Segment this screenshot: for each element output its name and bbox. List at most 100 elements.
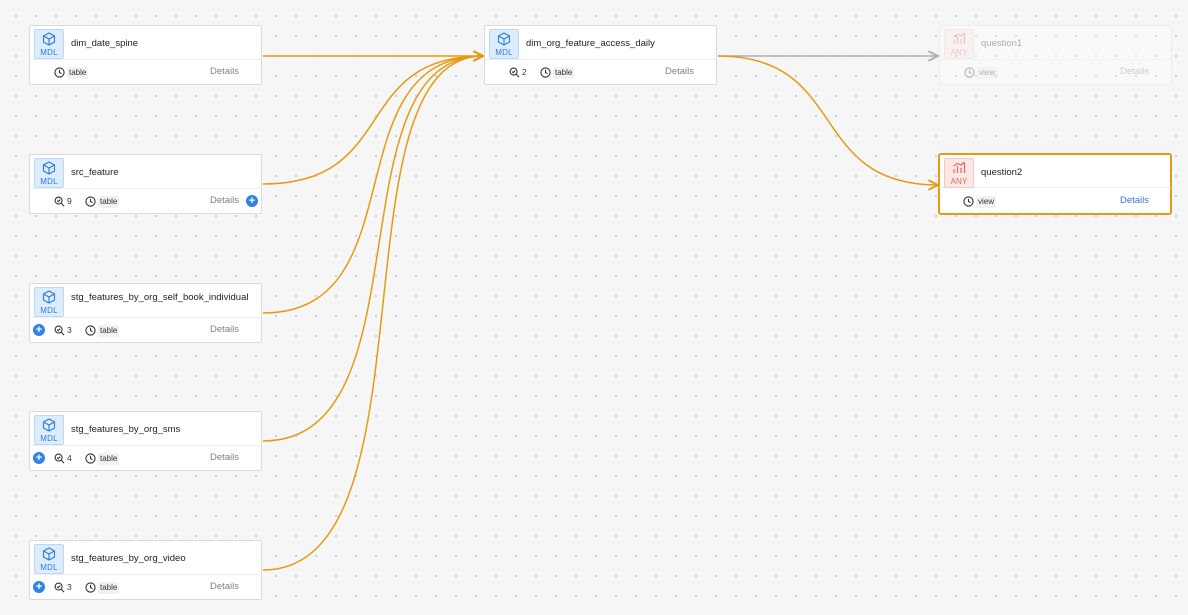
- details-link[interactable]: Details: [210, 452, 239, 463]
- type-label: view: [977, 67, 998, 79]
- type-chip: view: [963, 194, 997, 208]
- node-footer: view Details: [940, 189, 1170, 213]
- type-chip: table: [85, 451, 120, 465]
- node-title: src_feature: [71, 167, 119, 178]
- magnifier-check-icon: [54, 582, 65, 593]
- type-chip: view: [964, 65, 998, 79]
- type-label: view: [976, 196, 997, 208]
- test-count: 9: [67, 196, 72, 206]
- cube-icon: [42, 32, 56, 46]
- node-title: question2: [981, 167, 1023, 178]
- clock-icon: [85, 196, 96, 207]
- details-link[interactable]: Details: [210, 581, 239, 592]
- model-badge: MDL: [34, 544, 64, 574]
- badge-label: MDL: [40, 306, 58, 315]
- model-badge: MDL: [489, 29, 519, 59]
- cube-icon: [42, 547, 56, 561]
- magnifier-check-icon: [509, 67, 520, 78]
- node-footer: table Details: [30, 60, 261, 84]
- type-label: table: [98, 453, 120, 465]
- test-count: 3: [67, 325, 72, 335]
- tests-chip: 3: [54, 323, 72, 337]
- question-badge: ANY: [944, 158, 974, 188]
- node-footer: 2 table Details: [485, 60, 716, 84]
- node-title: dim_date_spine: [71, 38, 139, 49]
- test-count: 3: [67, 582, 72, 592]
- edge-stg-video-to-dim-org: [262, 56, 483, 571]
- model-badge: MDL: [34, 158, 64, 188]
- bar-chart-icon: [953, 161, 966, 173]
- type-label: table: [67, 67, 89, 79]
- clock-icon: [85, 453, 96, 464]
- model-node-dim-org-feature-access-daily[interactable]: MDL dim_org_feature_access_daily 2 table…: [484, 25, 717, 85]
- expand-upstream-plus-icon[interactable]: +: [33, 452, 45, 464]
- clock-icon: [54, 67, 65, 78]
- tests-chip: 9: [54, 194, 72, 208]
- question-node-question2[interactable]: ANY question2 view Details: [938, 153, 1172, 215]
- badge-label: ANY: [950, 48, 968, 57]
- node-header: MDL stg_features_by_org_video: [30, 541, 261, 575]
- question-node-question1[interactable]: ANY question1 view Details: [939, 25, 1172, 85]
- node-header: MDL dim_date_spine: [30, 26, 261, 60]
- type-chip: table: [85, 580, 120, 594]
- edge-stg-self-book-to-dim-org: [262, 56, 483, 314]
- edge-dim-org-to-question2: [717, 55, 938, 185]
- node-footer: 9 table Details +: [30, 189, 261, 213]
- cube-icon: [42, 418, 56, 432]
- model-badge: MDL: [34, 287, 64, 317]
- type-chip: table: [85, 194, 120, 208]
- node-header: MDL stg_features_by_org_self_book_indivi…: [30, 284, 261, 318]
- type-label: table: [98, 582, 120, 594]
- badge-label: MDL: [40, 48, 58, 57]
- cube-icon: [42, 161, 56, 175]
- node-footer: + 3 table Details: [30, 575, 261, 599]
- model-badge: MDL: [34, 29, 64, 59]
- model-node-src-feature[interactable]: MDL src_feature 9 table Details +: [29, 154, 262, 214]
- details-link[interactable]: Details: [210, 66, 239, 77]
- badge-label: MDL: [40, 563, 58, 572]
- clock-icon: [85, 325, 96, 336]
- bar-chart-icon: [953, 32, 966, 44]
- details-link[interactable]: Details: [1120, 66, 1149, 77]
- expand-upstream-plus-icon[interactable]: +: [33, 581, 45, 593]
- node-header: MDL src_feature: [30, 155, 261, 189]
- clock-icon: [85, 582, 96, 593]
- details-link[interactable]: Details: [665, 66, 694, 77]
- expand-downstream-plus-icon[interactable]: +: [246, 195, 258, 207]
- clock-icon: [963, 196, 974, 207]
- edge-src-feature-to-dim-org: [262, 56, 483, 185]
- type-chip: table: [54, 65, 89, 79]
- badge-label: MDL: [40, 434, 58, 443]
- details-link[interactable]: Details: [210, 324, 239, 335]
- model-node-dim-date-spine[interactable]: MDL dim_date_spine table Details: [29, 25, 262, 85]
- magnifier-check-icon: [54, 196, 65, 207]
- badge-label: MDL: [495, 48, 513, 57]
- badge-label: MDL: [40, 177, 58, 186]
- node-title: question1: [981, 38, 1023, 49]
- magnifier-check-icon: [54, 453, 65, 464]
- model-node-stg-sms[interactable]: MDL stg_features_by_org_sms + 4 table De…: [29, 411, 262, 471]
- node-header: MDL stg_features_by_org_sms: [30, 412, 261, 446]
- node-header: ANY question1: [940, 26, 1171, 60]
- tests-chip: 3: [54, 580, 72, 594]
- model-node-stg-self-book[interactable]: MDL stg_features_by_org_self_book_indivi…: [29, 283, 262, 343]
- badge-label: ANY: [950, 177, 968, 186]
- node-title: stg_features_by_org_sms: [71, 424, 181, 435]
- model-node-stg-video[interactable]: MDL stg_features_by_org_video + 3 table …: [29, 540, 262, 600]
- type-chip: table: [540, 65, 575, 79]
- test-count: 2: [522, 67, 527, 77]
- question-badge: ANY: [944, 29, 974, 59]
- clock-icon: [540, 67, 551, 78]
- node-footer: + 4 table Details: [30, 446, 261, 470]
- node-footer: view Details: [940, 60, 1171, 84]
- model-badge: MDL: [34, 415, 64, 445]
- magnifier-check-icon: [54, 325, 65, 336]
- type-label: table: [553, 67, 575, 79]
- type-label: table: [98, 196, 120, 208]
- node-header: MDL dim_org_feature_access_daily: [485, 26, 716, 60]
- details-link[interactable]: Details: [1120, 195, 1149, 206]
- details-link[interactable]: Details: [210, 195, 239, 206]
- node-title: dim_org_feature_access_daily: [526, 38, 655, 49]
- expand-upstream-plus-icon[interactable]: +: [33, 324, 45, 336]
- type-chip: table: [85, 323, 120, 337]
